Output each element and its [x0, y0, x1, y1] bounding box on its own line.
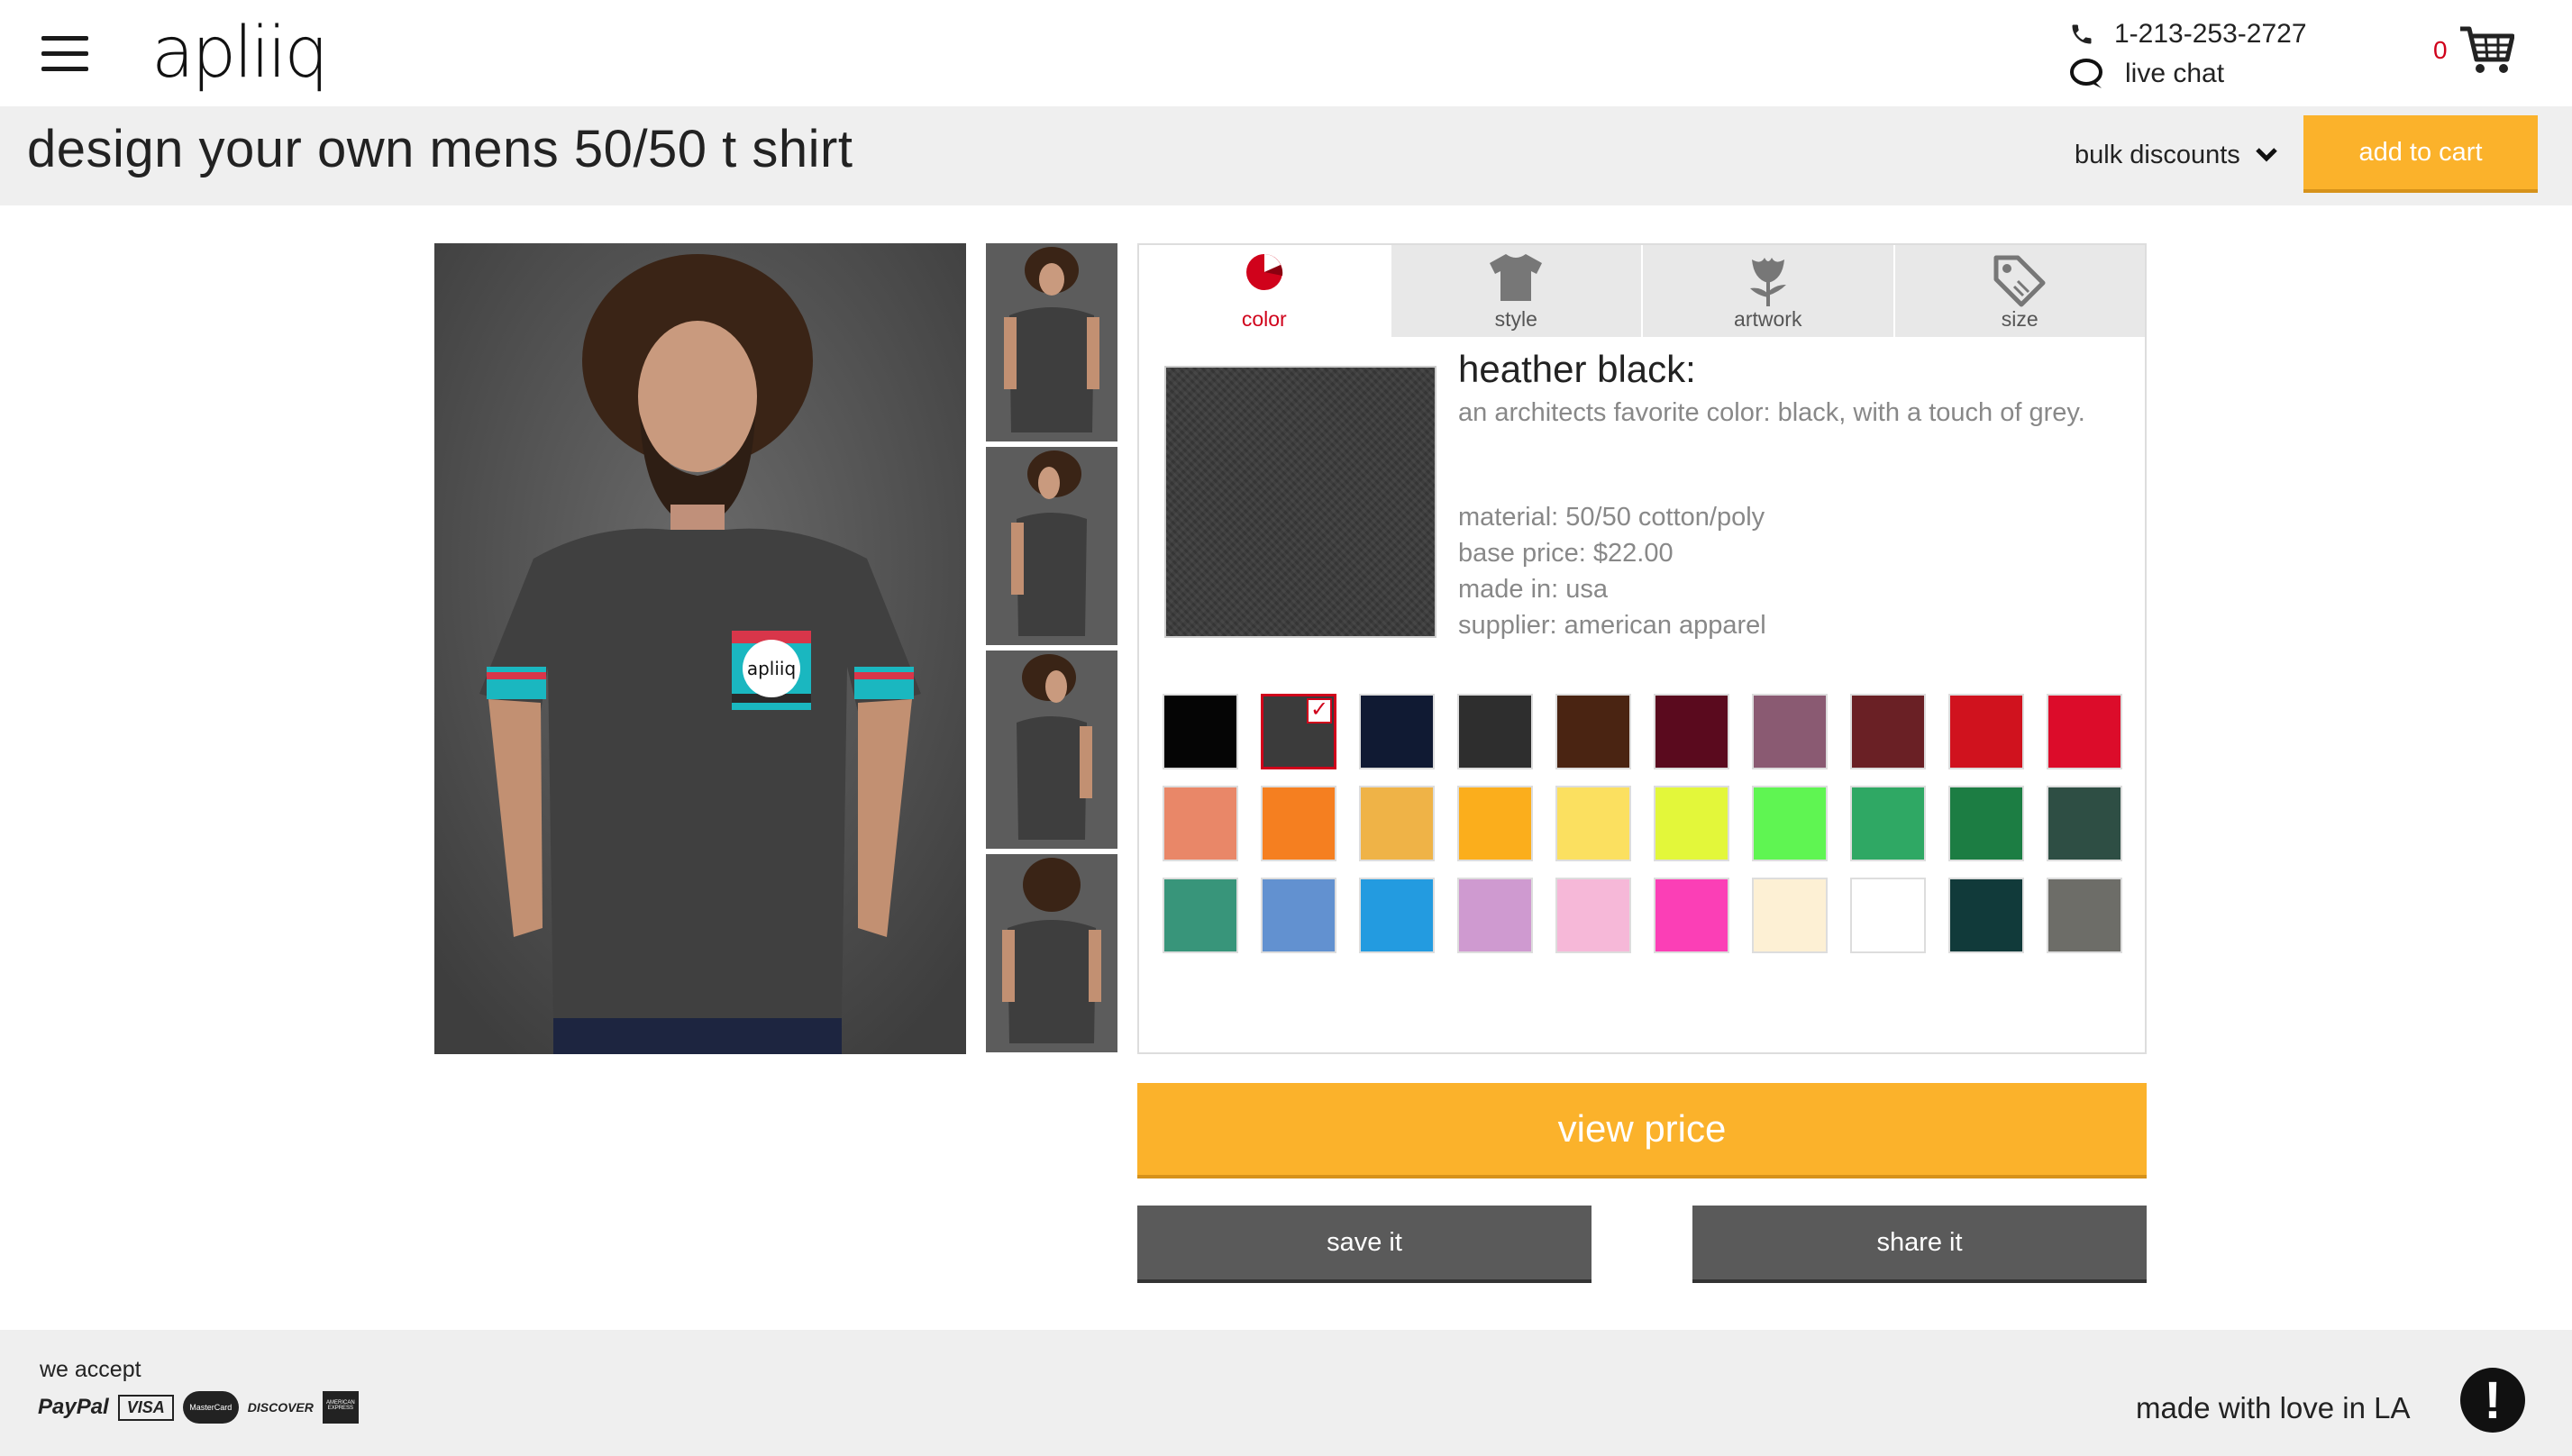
color-swatch[interactable]	[1457, 786, 1533, 861]
color-swatch[interactable]	[1654, 786, 1729, 861]
color-swatch[interactable]	[1752, 878, 1828, 953]
color-swatch[interactable]	[1163, 694, 1238, 769]
cart-button[interactable]: 0	[2433, 25, 2514, 76]
model-photo: apliiq	[434, 243, 966, 1054]
tab-size[interactable]: size	[1893, 245, 2145, 337]
thumbnail-back[interactable]	[986, 854, 1117, 1052]
supplier-spec: supplier: american apparel	[1458, 611, 1766, 640]
thumbnail-side-right[interactable]	[986, 447, 1117, 645]
top-header: apliiq 1-213-253-2727 live chat 0	[0, 0, 2572, 106]
color-swatch[interactable]	[1457, 878, 1533, 953]
shopping-cart-icon	[2459, 26, 2514, 73]
tab-color-label: color	[1241, 307, 1287, 331]
phone-link[interactable]: 1-213-253-2727	[2069, 16, 2307, 52]
page-title: design your own mens 50/50 t shirt	[27, 120, 853, 178]
color-swatch[interactable]	[1261, 878, 1336, 953]
phone-icon	[2072, 24, 2092, 44]
color-swatch[interactable]	[1555, 694, 1631, 769]
tab-size-label: size	[2001, 307, 2038, 331]
color-swatch[interactable]	[1654, 694, 1729, 769]
made-in-spec: made in: usa	[1458, 575, 1609, 604]
view-price-button[interactable]: view price	[1137, 1083, 2147, 1175]
color-swatch[interactable]	[1850, 786, 1926, 861]
color-swatch[interactable]: ✓	[1261, 694, 1336, 769]
selected-color-description: an architects favorite color: black, wit…	[1458, 398, 2085, 427]
checkmark-icon: ✓	[1307, 698, 1332, 723]
chevron-down-icon	[2256, 148, 2277, 162]
color-swatch[interactable]	[1555, 878, 1631, 953]
tshirt-icon	[1490, 254, 1543, 301]
tab-style[interactable]: style	[1389, 245, 1641, 337]
made-with-love-text: made with love in LA	[2136, 1391, 2411, 1424]
chat-bubble-icon	[2070, 59, 2102, 88]
tab-style-label: style	[1494, 307, 1537, 331]
thumbnail-strip	[986, 243, 1117, 1058]
color-swatch[interactable]	[2047, 786, 2122, 861]
material-spec: material: 50/50 cotton/poly	[1458, 503, 1765, 532]
color-swatch[interactable]	[1359, 694, 1435, 769]
color-swatch[interactable]	[1163, 786, 1238, 861]
color-swatch[interactable]	[1555, 786, 1631, 861]
live-chat-label: live chat	[2125, 59, 2225, 88]
thumbnail-front[interactable]	[986, 243, 1117, 441]
phone-number: 1-213-253-2727	[2114, 19, 2307, 49]
flower-icon	[1749, 258, 1786, 306]
color-swatch[interactable]	[1163, 878, 1238, 953]
bulk-discounts-dropdown[interactable]: bulk discounts	[2075, 133, 2278, 177]
color-swatch[interactable]	[1948, 878, 2024, 953]
color-wheel-icon	[1245, 254, 1282, 290]
title-bar: design your own mens 50/50 t shirt bulk …	[0, 106, 2572, 205]
tab-color[interactable]: color	[1139, 245, 1390, 337]
thumbnail-side-left[interactable]	[986, 651, 1117, 849]
add-to-cart-button[interactable]: add to cart	[2303, 115, 2538, 189]
color-swatch[interactable]	[1752, 786, 1828, 861]
bulk-discounts-label: bulk discounts	[2075, 140, 2240, 169]
tab-artwork-label: artwork	[1734, 307, 1802, 331]
exclamation-icon[interactable]: !	[2460, 1368, 2525, 1433]
save-it-button[interactable]: save it	[1137, 1206, 1592, 1279]
selected-color-name: heather black:	[1458, 348, 1696, 390]
color-swatch[interactable]	[2047, 878, 2122, 953]
customization-panel: color style artwork size heather black: …	[1137, 243, 2147, 1054]
share-it-button[interactable]: share it	[1692, 1206, 2147, 1279]
color-swatch[interactable]	[1752, 694, 1828, 769]
color-swatch[interactable]	[1850, 878, 1926, 953]
paypal-logo: PayPal	[38, 1395, 109, 1419]
we-accept-label: we accept	[40, 1357, 141, 1382]
payment-methods: PayPal VISA MasterCard DISCOVER AMERICAN…	[38, 1391, 359, 1424]
color-swatch[interactable]	[1261, 786, 1336, 861]
cart-count: 0	[2433, 36, 2448, 64]
live-chat-link[interactable]: live chat	[2069, 56, 2224, 92]
mastercard-logo: MasterCard	[182, 1391, 239, 1424]
color-swatch[interactable]	[1654, 878, 1729, 953]
tag-icon	[1993, 255, 2046, 307]
color-swatch[interactable]	[1359, 786, 1435, 861]
discover-logo: DISCOVER	[247, 1400, 314, 1415]
logo-text: apliiq	[151, 13, 329, 94]
color-swatch[interactable]	[1948, 786, 2024, 861]
footer: we accept PayPal VISA MasterCard DISCOVE…	[0, 1330, 2572, 1456]
visa-logo: VISA	[117, 1394, 174, 1421]
color-swatch[interactable]	[2047, 694, 2122, 769]
color-swatch[interactable]	[1457, 694, 1533, 769]
tab-artwork[interactable]: artwork	[1641, 245, 1893, 337]
hamburger-menu-icon[interactable]	[41, 36, 88, 72]
product-main-image: apliiq	[434, 243, 966, 1054]
svg-text:apliiq: apliiq	[747, 658, 796, 679]
base-price-spec: base price: $22.00	[1458, 539, 1674, 568]
amex-logo: AMERICAN EXPRESS	[322, 1391, 359, 1424]
apliiq-logo[interactable]: apliiq	[151, 5, 329, 99]
color-swatch[interactable]	[1850, 694, 1926, 769]
selected-color-preview	[1164, 366, 1436, 638]
color-swatch[interactable]	[1359, 878, 1435, 953]
color-swatch[interactable]	[1948, 694, 2024, 769]
option-tabs: color style artwork size	[1139, 245, 2145, 337]
